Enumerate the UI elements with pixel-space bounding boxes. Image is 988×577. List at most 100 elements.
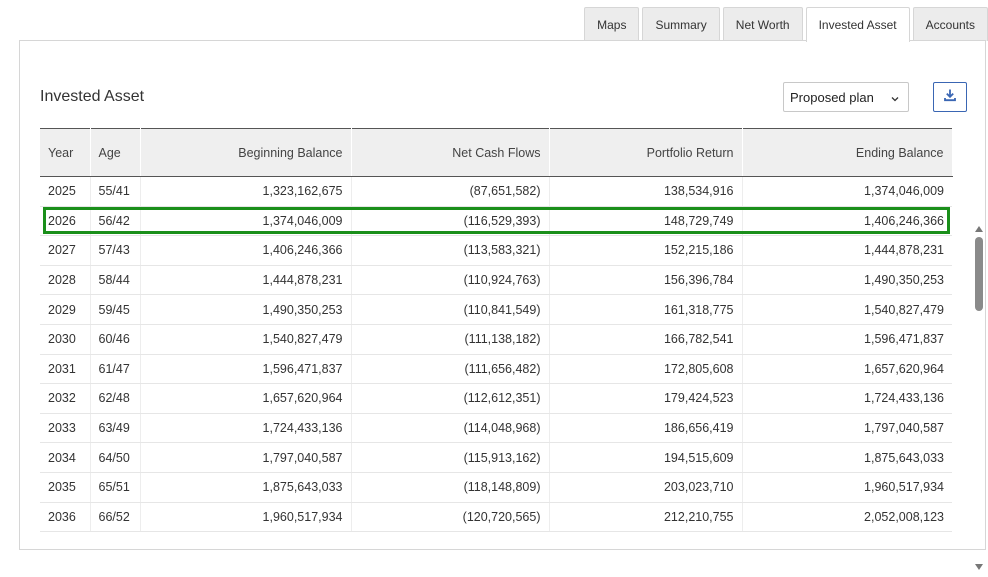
cell-age: 61/47: [90, 354, 141, 385]
cell-net-cash-flows: (111,656,482): [351, 354, 550, 385]
cell-age: 63/49: [90, 413, 141, 444]
cell-net-cash-flows: (111,138,182): [351, 324, 550, 355]
cell-beginning-balance: 1,797,040,587: [140, 442, 352, 473]
table-row[interactable]: 2032 62/48 1,657,620,964 (112,612,351) 179,4…: [40, 383, 952, 414]
cell-year: 2035: [40, 472, 91, 503]
cell-net-cash-flows: (118,148,809): [351, 472, 550, 503]
cell-ending-balance: 1,374,046,009: [742, 176, 952, 207]
cell-age: 58/44: [90, 265, 141, 296]
table-row[interactable]: 2028 58/44 1,444,878,231 (110,924,763) 156,3…: [40, 265, 952, 296]
scroll-up-arrow-icon[interactable]: [974, 221, 984, 232]
cell-ending-balance: 1,406,246,366: [742, 206, 952, 237]
cell-ending-balance: 1,797,040,587: [742, 413, 952, 444]
col-header-age[interactable]: Age: [90, 128, 141, 177]
cell-ending-balance: 1,490,350,253: [742, 265, 952, 296]
tab-invested-asset[interactable]: Invested Asset: [805, 7, 910, 42]
cell-portfolio-return: 166,782,541: [549, 324, 743, 355]
cell-net-cash-flows: (113,583,321): [351, 235, 550, 266]
table-row[interactable]: 2026 56/42 1,374,046,009 (116,529,393) 148,7…: [40, 206, 952, 237]
cell-ending-balance: 1,444,878,231: [742, 235, 952, 266]
cell-net-cash-flows: (110,841,549): [351, 294, 550, 325]
table-header-row: Year Age Beginning Balance Net Cash Flow…: [40, 128, 953, 177]
tab-bar: Maps Summary Net Worth Invested Asset Ac…: [581, 7, 988, 42]
cell-portfolio-return: 161,318,775: [549, 294, 743, 325]
cell-portfolio-return: 212,210,755: [549, 502, 743, 533]
tab-net-worth[interactable]: Net Worth: [722, 7, 803, 41]
cell-ending-balance: 1,657,620,964: [742, 354, 952, 385]
cell-net-cash-flows: (87,651,582): [351, 176, 550, 207]
chevron-down-icon: [890, 92, 900, 107]
cell-year: 2027: [40, 235, 91, 266]
cell-ending-balance: 1,596,471,837: [742, 324, 952, 355]
cell-age: 64/50: [90, 442, 141, 473]
cell-portfolio-return: 152,215,186: [549, 235, 743, 266]
tab-accounts[interactable]: Accounts: [912, 7, 988, 41]
cell-beginning-balance: 1,540,827,479: [140, 324, 352, 355]
cell-beginning-balance: 1,374,046,009: [140, 206, 352, 237]
cell-year: 2033: [40, 413, 91, 444]
scroll-down-arrow-icon[interactable]: [974, 559, 984, 570]
cell-age: 65/51: [90, 472, 141, 503]
download-button[interactable]: [933, 82, 967, 112]
cell-year: 2026: [40, 206, 91, 237]
cell-beginning-balance: 1,960,517,934: [140, 502, 352, 533]
cell-ending-balance: 1,724,433,136: [742, 383, 952, 414]
table-row[interactable]: 2033 63/49 1,724,433,136 (114,048,968) 186,6…: [40, 413, 952, 444]
cell-beginning-balance: 1,323,162,675: [140, 176, 352, 207]
cell-year: 2030: [40, 324, 91, 355]
cell-net-cash-flows: (110,924,763): [351, 265, 550, 296]
cell-age: 56/42: [90, 206, 141, 237]
table-scrollbar[interactable]: [973, 221, 985, 570]
cell-net-cash-flows: (115,913,162): [351, 442, 550, 473]
plan-select[interactable]: Proposed plan: [783, 82, 909, 112]
cell-year: 2025: [40, 176, 91, 207]
cell-year: 2029: [40, 294, 91, 325]
table-row[interactable]: 2029 59/45 1,490,350,253 (110,841,549) 161,3…: [40, 294, 952, 325]
cell-beginning-balance: 1,406,246,366: [140, 235, 352, 266]
cell-age: 62/48: [90, 383, 141, 414]
cell-portfolio-return: 148,729,749: [549, 206, 743, 237]
cell-beginning-balance: 1,875,643,033: [140, 472, 352, 503]
cell-age: 55/41: [90, 176, 141, 207]
cell-portfolio-return: 186,656,419: [549, 413, 743, 444]
col-header-beginning-balance[interactable]: Beginning Balance: [140, 128, 352, 177]
cell-beginning-balance: 1,724,433,136: [140, 413, 352, 444]
cell-year: 2031: [40, 354, 91, 385]
table-row[interactable]: 2036 66/52 1,960,517,934 (120,720,565) 212,2…: [40, 502, 952, 533]
cell-beginning-balance: 1,444,878,231: [140, 265, 352, 296]
cell-year: 2028: [40, 265, 91, 296]
table-row[interactable]: 2027 57/43 1,406,246,366 (113,583,321) 152,2…: [40, 235, 952, 266]
cell-portfolio-return: 203,023,710: [549, 472, 743, 503]
cell-ending-balance: 1,540,827,479: [742, 294, 952, 325]
cell-year: 2032: [40, 383, 91, 414]
cell-portfolio-return: 172,805,608: [549, 354, 743, 385]
scrollbar-thumb[interactable]: [975, 237, 983, 311]
plan-select-value: Proposed plan: [790, 89, 874, 105]
cell-year: 2034: [40, 442, 91, 473]
invested-asset-table: Year Age Beginning Balance Net Cash Flow…: [40, 128, 953, 533]
cell-beginning-balance: 1,596,471,837: [140, 354, 352, 385]
tab-summary[interactable]: Summary: [642, 7, 720, 41]
table-row[interactable]: 2030 60/46 1,540,827,479 (111,138,182) 166,7…: [40, 324, 952, 355]
cell-net-cash-flows: (116,529,393): [351, 206, 550, 237]
download-icon: [943, 88, 957, 107]
panel-title: Invested Asset: [40, 88, 145, 105]
table-row[interactable]: 2025 55/41 1,323,162,675 (87,651,582) 138,53…: [40, 176, 952, 207]
cell-beginning-balance: 1,657,620,964: [140, 383, 352, 414]
cell-age: 57/43: [90, 235, 141, 266]
tab-maps[interactable]: Maps: [584, 7, 640, 41]
table-row[interactable]: 2034 64/50 1,797,040,587 (115,913,162) 194,5…: [40, 442, 952, 473]
table-row[interactable]: 2031 61/47 1,596,471,837 (111,656,482) 172,8…: [40, 354, 952, 385]
col-header-net-cash-flows[interactable]: Net Cash Flows: [351, 128, 550, 177]
cell-year: 2036: [40, 502, 91, 533]
cell-ending-balance: 2,052,008,123: [742, 502, 952, 533]
table-row[interactable]: 2035 65/51 1,875,643,033 (118,148,809) 203,0…: [40, 472, 952, 503]
col-header-ending-balance[interactable]: Ending Balance: [742, 128, 953, 177]
invested-asset-panel: Invested Asset Proposed plan Year Age Be…: [19, 40, 986, 570]
col-header-portfolio-return[interactable]: Portfolio Return: [549, 128, 743, 177]
cell-net-cash-flows: (120,720,565): [351, 502, 550, 533]
cell-ending-balance: 1,875,643,033: [742, 442, 952, 473]
col-header-year[interactable]: Year: [40, 128, 91, 177]
cell-portfolio-return: 156,396,784: [549, 265, 743, 296]
cell-beginning-balance: 1,490,350,253: [140, 294, 352, 325]
